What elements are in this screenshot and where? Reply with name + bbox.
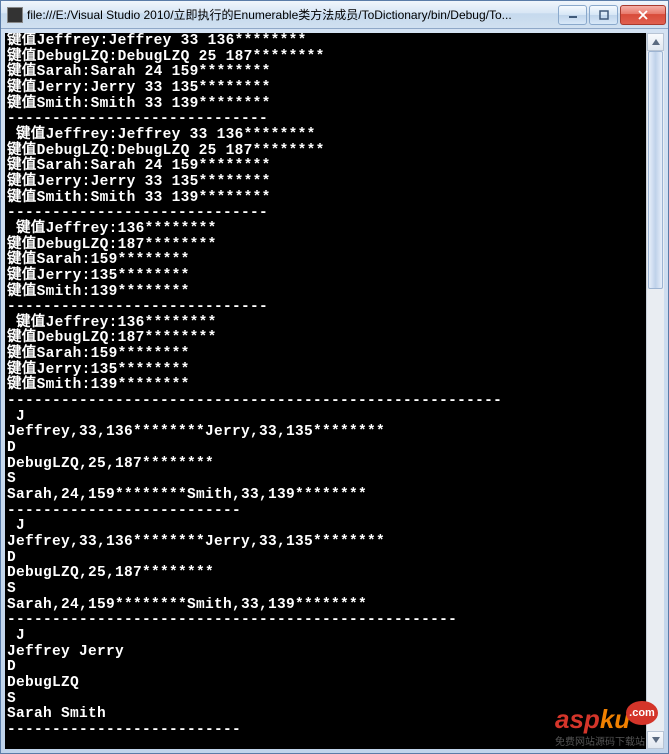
scroll-down-button[interactable]: [647, 731, 664, 749]
chevron-down-icon: [652, 737, 660, 743]
console-window: file:///E:/Visual Studio 2010/立即执行的Enume…: [0, 0, 669, 754]
maximize-button[interactable]: [589, 5, 618, 25]
maximize-icon: [599, 10, 609, 20]
chevron-up-icon: [652, 39, 660, 45]
minimize-button[interactable]: [558, 5, 587, 25]
window-title: file:///E:/Visual Studio 2010/立即执行的Enume…: [27, 6, 556, 23]
scroll-thumb[interactable]: [648, 51, 663, 289]
console-output: 键值Jeffrey:Jeffrey 33 136******** 键值Debug…: [5, 33, 646, 749]
scroll-up-button[interactable]: [647, 33, 664, 51]
app-icon: [7, 7, 23, 23]
close-icon: [637, 10, 649, 20]
client-area: 键值Jeffrey:Jeffrey 33 136******** 键值Debug…: [1, 29, 668, 753]
window-controls: [556, 5, 666, 25]
titlebar: file:///E:/Visual Studio 2010/立即执行的Enume…: [1, 1, 668, 29]
vertical-scrollbar[interactable]: [646, 33, 664, 749]
scroll-track[interactable]: [647, 51, 664, 731]
close-button[interactable]: [620, 5, 666, 25]
minimize-icon: [568, 10, 578, 20]
